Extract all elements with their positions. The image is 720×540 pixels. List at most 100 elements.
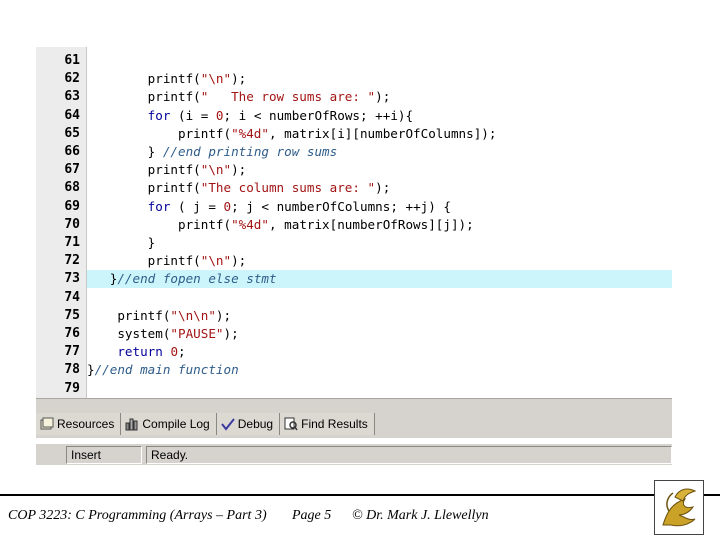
code-token: "%4d" (231, 216, 269, 232)
code-line[interactable]: 61 (36, 52, 672, 70)
code-line[interactable]: 71 } (36, 234, 672, 252)
code-text: } //end printing row sums (87, 144, 338, 159)
code-token: printf( (87, 89, 201, 105)
code-line[interactable]: 68 printf("The column sums are: "); (36, 179, 672, 197)
status-bar: Insert Ready. (36, 443, 672, 465)
code-token: " The row sums are: " (200, 89, 376, 105)
code-line[interactable]: 79 (36, 380, 672, 398)
code-token: "PAUSE" (170, 326, 224, 341)
line-number: 75 (64, 307, 80, 323)
resources-icon (40, 417, 54, 431)
code-text-area: system("PAUSE"); (87, 325, 672, 343)
code-text: printf("%4d", matrix[numberOfRows][j]); (87, 217, 474, 232)
code-line[interactable]: 70 printf("%4d", matrix[numberOfRows][j]… (36, 216, 672, 234)
line-number: 72 (64, 253, 80, 269)
line-number: 65 (64, 125, 80, 141)
code-token: printf( (87, 216, 232, 232)
code-line[interactable]: 62 printf("\n"); (36, 70, 672, 88)
code-token: , matrix[numberOfRows][j]); (268, 216, 474, 232)
code-text: } (87, 235, 156, 250)
tab-debug[interactable]: Debug (216, 413, 281, 435)
code-line[interactable]: 78 }//end main function (36, 361, 672, 379)
code-text-area (87, 289, 672, 307)
line-number: 77 (64, 344, 80, 360)
debug-icon (220, 417, 235, 431)
code-text: return 0; (87, 344, 186, 360)
code-text: system("PAUSE"); (87, 326, 238, 341)
tab-debug-label: Debug (237, 417, 274, 431)
code-token: system( (87, 326, 171, 341)
code-token: ); (231, 253, 247, 269)
code-token: //end main function (94, 362, 239, 378)
code-token: ; (178, 344, 186, 360)
code-text-area: printf("\n"); (87, 252, 672, 270)
code-text: for ( j = 0; j < numberOfColumns; ++j) { (87, 199, 451, 214)
code-text-area: printf("\n"); (87, 70, 672, 88)
code-token: "\n" (200, 253, 232, 269)
code-token: (i = (170, 107, 216, 123)
code-token: 0 (215, 107, 224, 123)
code-token: "The column sums are: " (200, 180, 376, 196)
code-token: "\n" (200, 71, 232, 87)
code-text: printf("%4d", matrix[i][numberOfColumns]… (87, 126, 496, 141)
code-token: } (87, 271, 118, 287)
footer-author: © Dr. Mark J. Llewellyn (352, 508, 489, 523)
tab-compile-log-label: Compile Log (142, 417, 210, 431)
line-number: 64 (64, 107, 80, 123)
code-token: "%4d" (231, 125, 269, 141)
code-token: printf( (87, 71, 201, 87)
code-token: //end fopen else stmt (117, 271, 277, 287)
code-line[interactable]: 66 } //end printing row sums (36, 143, 672, 161)
footer-page: Page 5 (292, 508, 332, 523)
code-text: printf(" The row sums are: "); (87, 89, 391, 105)
line-number: 74 (64, 289, 80, 305)
code-token: "\n" (200, 162, 232, 178)
code-text: }//end fopen else stmt (87, 271, 277, 286)
status-message: Ready. (146, 446, 672, 464)
code-token: for (147, 198, 171, 214)
code-text-area: }//end fopen else stmt (87, 270, 672, 289)
code-text-area: for (i = 0; i < numberOfRows; ++i){ (87, 107, 672, 125)
code-token: ); (231, 71, 247, 87)
bottom-tabs: Resources Compile Log Debug Find Results (36, 413, 375, 435)
code-text-area: printf("%4d", matrix[i][numberOfColumns]… (87, 125, 672, 143)
tab-find-results[interactable]: Find Results (280, 413, 375, 435)
line-number: 78 (64, 362, 80, 378)
code-line[interactable]: 75 printf("\n\n"); (36, 307, 672, 325)
line-number: 71 (64, 235, 80, 250)
code-line[interactable]: 67 printf("\n"); (36, 161, 672, 179)
code-line[interactable]: 76 system("PAUSE"); (36, 325, 672, 343)
code-line[interactable]: 74 (36, 289, 672, 307)
code-line[interactable]: 73 }//end fopen else stmt (36, 270, 672, 289)
code-line[interactable]: 64 for (i = 0; i < numberOfRows; ++i){ (36, 107, 672, 125)
code-line[interactable]: 72 printf("\n"); (36, 252, 672, 270)
code-text-area: } //end printing row sums (87, 143, 672, 161)
code-line[interactable]: 63 printf(" The row sums are: "); (36, 88, 672, 106)
code-text: printf("\n\n"); (87, 308, 231, 323)
code-token: ); (215, 307, 232, 323)
code-text-area: }//end main function (87, 361, 672, 379)
code-token: printf( (87, 162, 201, 178)
tab-compile-log[interactable]: Compile Log (121, 413, 217, 435)
code-token: //end printing row sums (162, 144, 338, 159)
line-number: 69 (64, 198, 80, 214)
line-number: 76 (64, 326, 80, 341)
code-line[interactable]: 77 return 0; (36, 343, 672, 361)
code-line[interactable]: 69 for ( j = 0; j < numberOfColumns; ++j… (36, 198, 672, 216)
code-text-area (87, 52, 672, 70)
code-token: ( j = (170, 198, 224, 214)
code-token: ; i < numberOfRows; ++i){ (223, 107, 414, 123)
code-text-area (87, 380, 672, 398)
code-token: return (117, 344, 163, 360)
tab-resources[interactable]: Resources (36, 413, 122, 435)
code-text-area: printf(" The row sums are: "); (87, 88, 672, 106)
line-number: 68 (64, 180, 80, 196)
code-line[interactable]: 65 printf("%4d", matrix[i][numberOfColum… (36, 125, 672, 143)
line-number: 63 (64, 89, 80, 105)
code-token: } (87, 235, 156, 250)
code-text: printf("\n"); (87, 253, 247, 269)
code-editor[interactable]: 61 62 printf("\n"); 63 printf(" The row su… (36, 47, 672, 398)
